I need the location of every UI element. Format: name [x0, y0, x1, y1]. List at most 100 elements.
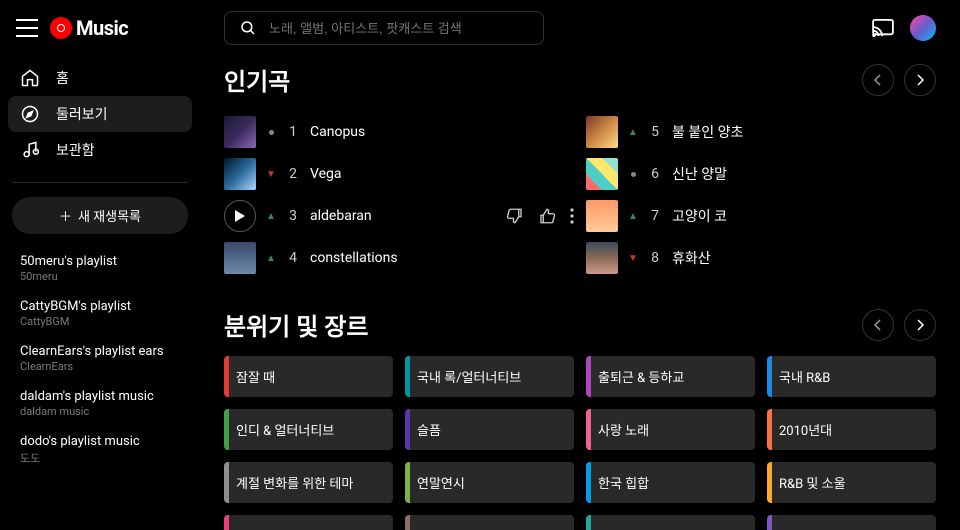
song-row[interactable]: ▼ 8 휴화산: [586, 237, 936, 279]
cast-icon[interactable]: [872, 19, 894, 37]
playlist-sub: daldam music: [20, 405, 180, 418]
genre-label: 한국 힙합: [598, 477, 649, 492]
genre-chip[interactable]: 국내 록/얼터너티브: [405, 356, 574, 397]
genre-chip[interactable]: 국내 R&B: [767, 356, 936, 397]
song-rank: 3: [286, 208, 300, 224]
sidebar: Music 홈둘러보기보관함 ＋ 새 재생목록 50meru's playlis…: [0, 0, 200, 530]
logo-text: Music: [76, 16, 128, 40]
genre-chip[interactable]: 한국 힙합: [586, 462, 755, 503]
thumbs-up-icon[interactable]: [538, 207, 556, 225]
new-playlist-label: 새 재생목록: [78, 206, 141, 225]
nav-item-explore[interactable]: 둘러보기: [8, 96, 192, 132]
song-title: 신난 양말: [672, 164, 936, 184]
song-row[interactable]: ▼2Vega: [224, 153, 574, 195]
song-title: 휴화산: [672, 248, 936, 268]
explore-icon: [20, 104, 40, 124]
logo-icon: [50, 17, 72, 39]
song-title: aldebaran: [310, 208, 496, 224]
song-row[interactable]: ▲4constellations: [224, 237, 574, 279]
songs-next-button[interactable]: [904, 64, 936, 96]
genre-chip[interactable]: 인디 & 얼터너티브: [224, 409, 393, 450]
playlist-item[interactable]: ClearnEars's playlist earsClearnEars: [8, 338, 192, 383]
trend-indicator: ▲: [266, 253, 276, 264]
nav-item-library[interactable]: 보관함: [8, 132, 192, 168]
song-rank: 8: [648, 250, 662, 266]
genre-label: 계절 변화를 위한 테마: [236, 477, 353, 492]
playlist-item[interactable]: dodo's playlist music도도: [8, 428, 192, 476]
song-rank: 4: [286, 250, 300, 266]
playlist-item[interactable]: 50meru's playlist50meru: [8, 248, 192, 293]
plus-icon: ＋: [59, 206, 72, 225]
genre-label: 잠잘 때: [236, 371, 275, 386]
playlist-item[interactable]: CattyBGM's playlistCattyBGM: [8, 293, 192, 338]
main-content: 인기곡 1Canopus ▲ 5 불 붙인 양초 ▼2Vega 6 신난 양말 ▲ 3 aldeb…: [200, 0, 960, 530]
play-icon[interactable]: [224, 200, 256, 232]
genre-label: 연말연시: [417, 477, 465, 492]
playlist-title: 50meru's playlist: [20, 254, 180, 269]
playlist-title: CattyBGM's playlist: [20, 299, 180, 314]
song-thumbnail: [586, 158, 618, 190]
logo[interactable]: Music: [50, 16, 128, 40]
songs-section-title: 인기곡: [224, 62, 290, 97]
genre-label: 2010년대: [779, 424, 832, 439]
songs-prev-button[interactable]: [862, 64, 894, 96]
song-thumbnail: [586, 116, 618, 148]
playlist-title: ClearnEars's playlist ears: [20, 344, 180, 359]
genre-chip[interactable]: 아프리카: [405, 515, 574, 530]
genre-chip[interactable]: 록: [767, 515, 936, 530]
genre-label: R&B 및 소울: [779, 477, 846, 492]
song-row[interactable]: ▲5불 붙인 양초: [586, 111, 936, 153]
playlist-sub: 50meru: [20, 270, 180, 283]
search-input[interactable]: [269, 21, 529, 36]
trend-indicator: ▼: [628, 253, 638, 264]
song-row[interactable]: ▲7고양이 코: [586, 195, 936, 237]
search-icon: [239, 19, 257, 37]
search-box[interactable]: [224, 11, 544, 45]
genre-label: 슬픔: [417, 424, 441, 439]
more-icon[interactable]: [570, 208, 574, 224]
genre-chip[interactable]: 슬픔: [405, 409, 574, 450]
song-thumbnail: [224, 242, 256, 274]
song-thumbnail: [586, 242, 618, 274]
thumbs-down-icon[interactable]: [506, 207, 524, 225]
song-row[interactable]: 6 신난 양말: [586, 153, 936, 195]
genre-chip[interactable]: 잠잘 때: [224, 356, 393, 397]
song-row[interactable]: 1Canopus: [224, 111, 574, 153]
genre-chip[interactable]: 사랑 노래: [586, 409, 755, 450]
playlist-item[interactable]: daldam's playlist musicdaldam music: [8, 383, 192, 428]
genres-prev-button[interactable]: [862, 309, 894, 341]
new-playlist-button[interactable]: ＋ 새 재생목록: [12, 197, 188, 234]
genre-chip[interactable]: 연말연시: [405, 462, 574, 503]
genre-label: 인디 & 얼터너티브: [236, 424, 334, 439]
nav-item-home[interactable]: 홈: [8, 60, 192, 96]
genre-chip[interactable]: 국내 발라드: [224, 515, 393, 530]
genre-chip[interactable]: R&B 및 소울: [767, 462, 936, 503]
avatar[interactable]: [910, 15, 936, 41]
menu-button[interactable]: [16, 19, 38, 37]
library-icon: [20, 140, 40, 160]
playlist-sub: ClearnEars: [20, 360, 180, 373]
genre-chip[interactable]: 계절 변화를 위한 테마: [224, 462, 393, 503]
playlist-title: dodo's playlist music: [20, 434, 180, 449]
song-title: 불 붙인 양초: [672, 122, 936, 142]
song-thumbnail: [224, 116, 256, 148]
genre-label: 출퇴근 & 등하교: [598, 371, 684, 386]
song-rank: 6: [648, 166, 662, 182]
song-title: Canopus: [310, 124, 574, 140]
genre-chip[interactable]: 2010년대: [767, 409, 936, 450]
genre-chip[interactable]: 힙합: [586, 515, 755, 530]
song-rank: 7: [648, 208, 662, 224]
trend-indicator: ▲: [266, 211, 276, 222]
song-title: 고양이 코: [672, 206, 936, 226]
home-icon: [20, 68, 40, 88]
song-thumbnail: [586, 200, 618, 232]
song-row[interactable]: ▲ 3 aldebaran: [224, 195, 574, 237]
genre-chip[interactable]: 출퇴근 & 등하교: [586, 356, 755, 397]
song-thumbnail: [224, 158, 256, 190]
nav-label: 둘러보기: [56, 104, 108, 124]
genres-next-button[interactable]: [904, 309, 936, 341]
genre-label: 국내 록/얼터너티브: [417, 371, 521, 386]
playlist-title: daldam's playlist music: [20, 389, 180, 404]
song-rank: 5: [648, 124, 662, 140]
trend-indicator: [628, 172, 638, 177]
